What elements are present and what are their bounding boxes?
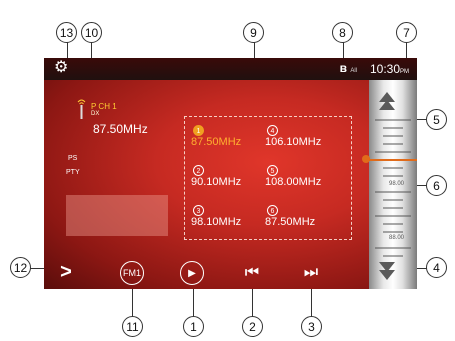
preset-number: 2: [193, 165, 204, 176]
callout-10: 10: [81, 22, 102, 43]
preset-frequency: 90.10MHz: [191, 176, 242, 188]
tune-up-arrow-icon[interactable]: [377, 90, 397, 112]
preset-frequency: 87.50MHz: [191, 136, 242, 148]
tuning-needle-knob[interactable]: [362, 155, 370, 163]
clock: 10:30PM: [370, 62, 409, 76]
preset-number: 5: [267, 165, 278, 176]
preset-frequency: 87.50MHz: [265, 216, 316, 228]
antenna-icon: [77, 99, 86, 119]
preset-5[interactable]: 5 108.00MHz: [265, 165, 337, 191]
callout-1: 1: [183, 316, 204, 337]
preset-list: 1 87.50MHz 4 106.10MHz 2 90.10MHz 5 108.…: [184, 116, 352, 240]
callout-2: 2: [242, 316, 263, 337]
preset-1[interactable]: 1 87.50MHz: [191, 125, 263, 151]
rds-text-area: [66, 195, 168, 236]
band-button[interactable]: FM1: [120, 261, 144, 285]
bluetooth-icon: ʙ: [339, 61, 347, 75]
callout-6: 6: [426, 175, 447, 196]
scan-button[interactable]: ▶: [180, 261, 204, 285]
gear-icon[interactable]: ⚙: [54, 60, 68, 76]
callout-4: 4: [426, 257, 447, 278]
bluetooth-status: All: [350, 68, 357, 74]
reception-mode: DX: [91, 111, 100, 117]
ps-label: PS: [68, 155, 78, 162]
callout-5: 5: [426, 109, 447, 130]
callout-13: 13: [56, 22, 77, 43]
preset-frequency: 108.00MHz: [265, 176, 322, 188]
station-name: P CH 1: [91, 102, 117, 111]
menu-button[interactable]: >: [56, 261, 76, 283]
callout-8: 8: [332, 22, 353, 43]
callout-9: 9: [243, 22, 264, 43]
preset-number: 6: [267, 205, 278, 216]
preset-frequency: 106.10MHz: [265, 136, 322, 148]
seek-back-button[interactable]: ⏮: [240, 261, 264, 285]
preset-3[interactable]: 3 98.10MHz: [191, 205, 263, 231]
preset-4[interactable]: 4 106.10MHz: [265, 125, 337, 151]
preset-6[interactable]: 6 87.50MHz: [265, 205, 337, 231]
callout-3: 3: [301, 316, 322, 337]
pty-label: PTY: [66, 169, 80, 176]
current-frequency: 87.50MHz: [93, 122, 148, 136]
clock-time: 10:30: [369, 62, 400, 76]
radio-screen: ⚙ ʙ All 10:30PM P CH 1 DX 87.50MHz PS PT…: [44, 58, 417, 289]
callout-12: 12: [10, 257, 31, 278]
callout-7: 7: [396, 22, 417, 43]
clock-suffix: PM: [400, 69, 409, 75]
preset-2[interactable]: 2 90.10MHz: [191, 165, 263, 191]
preset-frequency: 98.10MHz: [191, 216, 242, 228]
scale-label-lower: 88.00: [389, 235, 405, 241]
control-bar: > FM1 ▶ ⏮ ⏭: [44, 255, 417, 289]
tuning-needle: [363, 159, 417, 161]
status-bar: ⚙ ʙ All 10:30PM: [44, 58, 417, 80]
preset-number: 4: [267, 125, 278, 136]
preset-number: 3: [193, 205, 204, 216]
seek-forward-button[interactable]: ⏭: [299, 261, 323, 285]
scale-label-upper: 98.00: [389, 181, 405, 187]
callout-11: 11: [122, 316, 143, 337]
preset-number: 1: [193, 125, 204, 136]
